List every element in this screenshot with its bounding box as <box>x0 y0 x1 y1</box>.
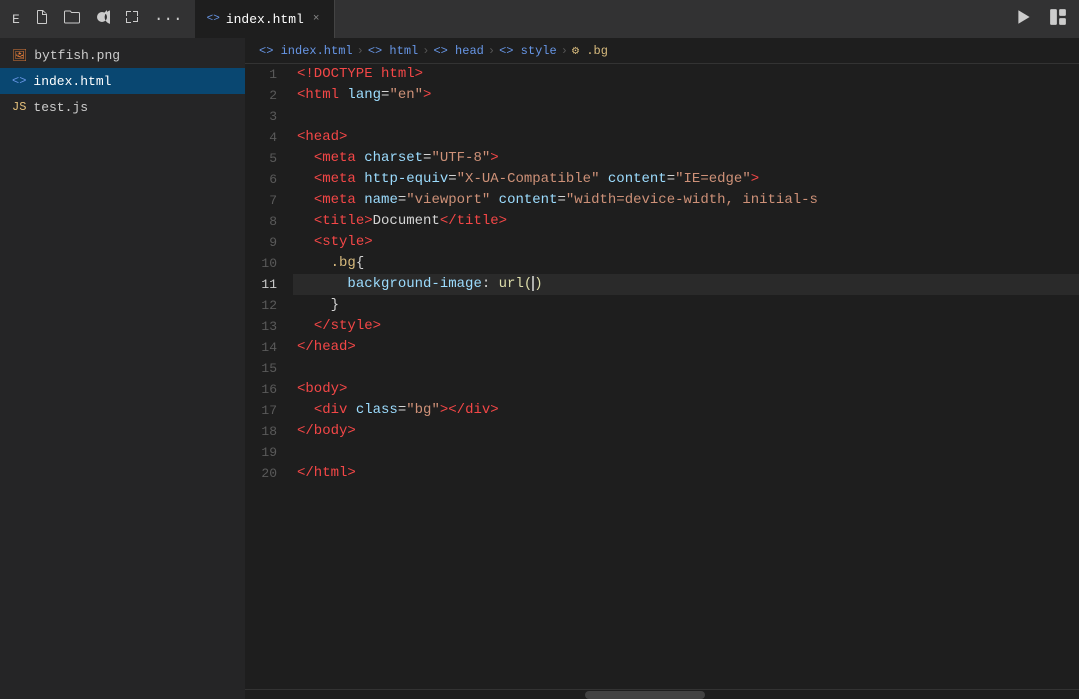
line-content[interactable]: } <box>293 295 1079 316</box>
line-number: 18 <box>245 421 293 442</box>
line-content[interactable]: .bg{ <box>293 253 1079 274</box>
tab-bar: <> index.html × <box>195 0 1003 38</box>
line-content[interactable]: <meta charset="UTF-8"> <box>293 148 1079 169</box>
tab-label: index.html <box>226 12 304 27</box>
main-layout: 🖼 bytfish.png <> index.html JS test.js <… <box>0 38 1079 699</box>
line-content[interactable]: <body> <box>293 379 1079 400</box>
line-number: 19 <box>245 442 293 463</box>
breadcrumb-html[interactable]: <> html <box>368 44 418 58</box>
code-area[interactable]: 1 <!DOCTYPE html> 2 <html lang="en"> 3 <box>245 64 1079 689</box>
line-content[interactable]: <title>Document</title> <box>293 211 1079 232</box>
tab-html-icon: <> <box>207 13 220 25</box>
breadcrumb-bg[interactable]: ⚙ .bg <box>572 43 608 58</box>
table-row: 20 </html> <box>245 463 1079 484</box>
js-icon: JS <box>12 100 26 114</box>
line-content[interactable]: <html lang="en"> <box>293 85 1079 106</box>
line-content[interactable]: <meta http-equiv="X-UA-Compatible" conte… <box>293 169 1079 190</box>
title-bar-right <box>1011 5 1071 33</box>
table-row: 19 <box>245 442 1079 463</box>
sidebar-item-label: index.html <box>33 74 111 89</box>
more-icon[interactable]: ··· <box>150 7 187 31</box>
line-number: 5 <box>245 148 293 169</box>
line-content[interactable]: <head> <box>293 127 1079 148</box>
line-number: 14 <box>245 337 293 358</box>
line-number: 11 <box>245 274 293 295</box>
refresh-icon[interactable] <box>90 6 114 32</box>
line-content[interactable] <box>293 358 1079 379</box>
new-file-icon[interactable] <box>30 6 54 32</box>
sidebar-item-bytfish[interactable]: 🖼 bytfish.png <box>0 42 245 68</box>
line-number: 20 <box>245 463 293 484</box>
line-number: 2 <box>245 85 293 106</box>
table-row: 11 background-image: url() <box>245 274 1079 295</box>
table-row: 13 </style> <box>245 316 1079 337</box>
table-row: 5 <meta charset="UTF-8"> <box>245 148 1079 169</box>
table-row: 8 <title>Document</title> <box>245 211 1079 232</box>
table-row: 15 <box>245 358 1079 379</box>
title-bar-left: E ··· <box>8 6 187 32</box>
line-number: 17 <box>245 400 293 421</box>
breadcrumb-index-html[interactable]: <> index.html <box>259 44 353 58</box>
line-number: 16 <box>245 379 293 400</box>
html-icon: <> <box>12 74 26 88</box>
png-icon: 🖼 <box>12 48 27 63</box>
tab-index-html[interactable]: <> index.html × <box>195 0 336 38</box>
line-content[interactable]: </html> <box>293 463 1079 484</box>
sidebar-item-test-js[interactable]: JS test.js <box>0 94 245 120</box>
table-row: 6 <meta http-equiv="X-UA-Compatible" con… <box>245 169 1079 190</box>
line-number: 8 <box>245 211 293 232</box>
sidebar-item-label: bytfish.png <box>34 48 120 63</box>
layout-icon[interactable] <box>1045 5 1071 33</box>
sidebar-item-index-html[interactable]: <> index.html <box>0 68 245 94</box>
line-content[interactable] <box>293 442 1079 463</box>
table-row: 2 <html lang="en"> <box>245 85 1079 106</box>
run-button[interactable] <box>1011 5 1037 33</box>
line-number: 15 <box>245 358 293 379</box>
table-row: 17 <div class="bg"></div> <box>245 400 1079 421</box>
line-content[interactable]: <style> <box>293 232 1079 253</box>
line-content[interactable]: background-image: url() <box>293 274 1079 295</box>
editor: <> index.html › <> html › <> head › <> s… <box>245 38 1079 699</box>
table-row: 4 <head> <box>245 127 1079 148</box>
sidebar-item-label: test.js <box>33 100 88 115</box>
line-number: 9 <box>245 232 293 253</box>
title-bar: E ··· <> index.html × <box>0 0 1079 38</box>
table-row: 7 <meta name="viewport" content="width=d… <box>245 190 1079 211</box>
table-row: 16 <body> <box>245 379 1079 400</box>
line-content[interactable] <box>293 106 1079 127</box>
line-content[interactable]: </body> <box>293 421 1079 442</box>
line-content[interactable]: <!DOCTYPE html> <box>293 64 1079 85</box>
line-content[interactable]: <meta name="viewport" content="width=dev… <box>293 190 1079 211</box>
breadcrumb-head[interactable]: <> head <box>433 44 483 58</box>
scrollbar-thumb[interactable] <box>585 691 705 699</box>
line-number: 6 <box>245 169 293 190</box>
line-number: 13 <box>245 316 293 337</box>
line-number: 3 <box>245 106 293 127</box>
line-number: 10 <box>245 253 293 274</box>
new-folder-icon[interactable] <box>60 6 84 32</box>
e-icon[interactable]: E <box>8 9 24 30</box>
breadcrumb-style[interactable]: <> style <box>499 44 557 58</box>
code-table: 1 <!DOCTYPE html> 2 <html lang="en"> 3 <box>245 64 1079 484</box>
line-number: 4 <box>245 127 293 148</box>
sidebar: 🖼 bytfish.png <> index.html JS test.js <box>0 38 245 699</box>
table-row: 9 <style> <box>245 232 1079 253</box>
line-content[interactable]: </head> <box>293 337 1079 358</box>
line-number: 7 <box>245 190 293 211</box>
table-row: 14 </head> <box>245 337 1079 358</box>
table-row: 12 } <box>245 295 1079 316</box>
horizontal-scrollbar[interactable] <box>245 689 1079 699</box>
breadcrumb: <> index.html › <> html › <> head › <> s… <box>245 38 1079 64</box>
line-number: 1 <box>245 64 293 85</box>
line-content[interactable]: <div class="bg"></div> <box>293 400 1079 421</box>
table-row: 18 </body> <box>245 421 1079 442</box>
table-row: 3 <box>245 106 1079 127</box>
table-row: 1 <!DOCTYPE html> <box>245 64 1079 85</box>
collapse-icon[interactable] <box>120 6 144 32</box>
table-row: 10 .bg{ <box>245 253 1079 274</box>
line-number: 12 <box>245 295 293 316</box>
tab-close-button[interactable]: × <box>310 12 323 26</box>
line-content[interactable]: </style> <box>293 316 1079 337</box>
